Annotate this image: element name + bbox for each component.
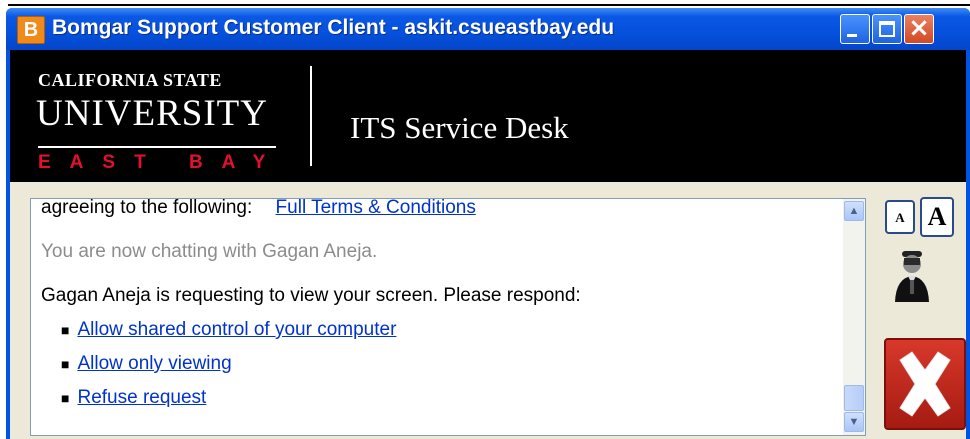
increase-font-button[interactable]: A xyxy=(920,197,954,237)
terms-conditions-link[interactable]: Full Terms & Conditions xyxy=(276,199,476,218)
csueb-banner: CALIFORNIA STATE UNIVERSITY EAST BAY ITS… xyxy=(10,50,966,182)
chat-transcript[interactable]: agreeing to the following: Full Terms & … xyxy=(30,198,866,436)
close-icon: × xyxy=(908,13,930,43)
close-window-button[interactable]: × xyxy=(904,14,934,44)
window-title: Bomgar Support Customer Client - askit.c… xyxy=(52,16,615,39)
end-session-button[interactable] xyxy=(884,338,966,430)
bullet-icon: ■ xyxy=(61,355,70,372)
maximize-icon xyxy=(879,21,895,37)
red-x-icon xyxy=(899,351,951,417)
chat-status-message: You are now chatting with Gagan Aneja. xyxy=(41,241,378,262)
allow-only-viewing-link[interactable]: Allow only viewing xyxy=(77,353,231,374)
screen-request-message: Gagan Aneja is requesting to view your s… xyxy=(41,285,581,306)
logo-east-bay: EAST BAY xyxy=(38,152,285,173)
agreement-line: agreeing to the following: Full Terms & … xyxy=(41,198,476,219)
screen-top-edge xyxy=(8,4,970,6)
logo-university: UNIVERSITY xyxy=(36,93,268,134)
customer-client-window: B Bomgar Support Customer Client - askit… xyxy=(6,8,970,439)
minimize-button[interactable] xyxy=(840,14,870,44)
representative-avatar-icon xyxy=(895,251,929,302)
chevron-down-icon: ▼ xyxy=(848,416,860,428)
bullet-icon: ■ xyxy=(61,389,70,406)
refuse-request-link[interactable]: Refuse request xyxy=(77,387,206,408)
banner-divider xyxy=(310,66,312,166)
logo-california-state: CALIFORNIA STATE xyxy=(38,70,222,90)
service-desk-title: ITS Service Desk xyxy=(350,110,569,145)
agreement-text: agreeing to the following: xyxy=(41,198,253,218)
maximize-button[interactable] xyxy=(872,14,902,44)
option-view-only: ■ Allow only viewing xyxy=(61,353,232,375)
logo-divider xyxy=(38,146,276,148)
chevron-up-icon: ▲ xyxy=(848,205,860,217)
scroll-up-button[interactable]: ▲ xyxy=(844,201,864,221)
chat-panel: agreeing to the following: Full Terms & … xyxy=(10,182,966,439)
scroll-down-button[interactable]: ▼ xyxy=(844,412,864,432)
option-refuse: ■ Refuse request xyxy=(61,387,206,409)
bullet-icon: ■ xyxy=(61,321,70,338)
bomgar-app-icon[interactable]: B xyxy=(17,16,45,44)
option-shared-control: ■ Allow shared control of your computer xyxy=(61,319,396,341)
decrease-font-button[interactable]: A xyxy=(885,200,915,234)
chat-scrollbar[interactable]: ▲ ▼ xyxy=(843,199,865,435)
scroll-thumb[interactable] xyxy=(844,385,864,411)
minimize-icon xyxy=(847,34,857,37)
title-bar[interactable]: B Bomgar Support Customer Client - askit… xyxy=(6,8,970,50)
allow-shared-control-link[interactable]: Allow shared control of your computer xyxy=(77,319,396,340)
